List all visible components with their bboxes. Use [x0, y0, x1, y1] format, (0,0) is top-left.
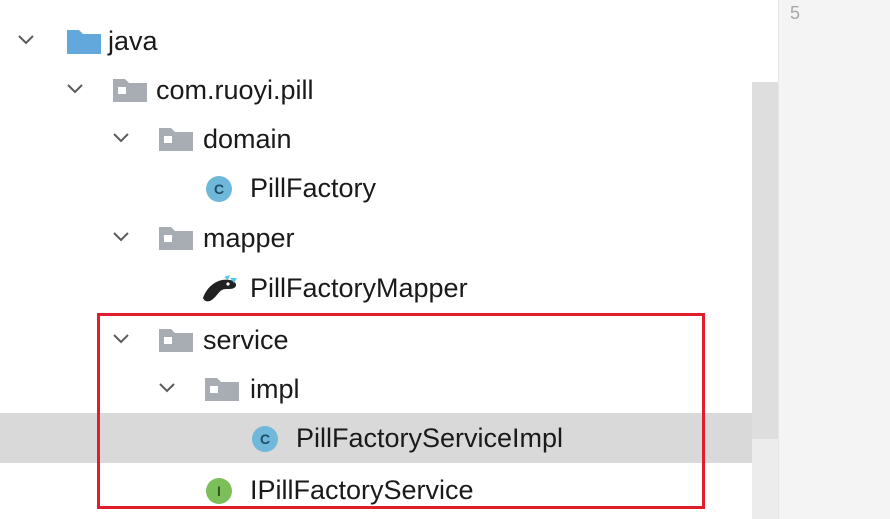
scrollbar-thumb[interactable]	[752, 82, 778, 439]
tree-node-com-ruoyi-pill[interactable]: com.ruoyi.pill	[0, 65, 778, 115]
package-icon	[159, 227, 193, 250]
tree-node-label: mapper	[203, 223, 295, 253]
chevron-down-icon[interactable]	[64, 78, 86, 100]
mybatis-mapper-icon	[203, 275, 237, 302]
editor-gutter	[778, 0, 890, 519]
tree-node-label: PillFactoryMapper	[250, 273, 468, 303]
tree-node-pillfactory[interactable]: C PillFactory	[0, 163, 778, 213]
tree-node-label: com.ruoyi.pill	[156, 75, 314, 105]
chevron-down-icon[interactable]	[15, 29, 37, 51]
svg-text:C: C	[214, 181, 224, 197]
chevron-down-icon[interactable]	[110, 226, 132, 248]
source-folder-icon	[67, 30, 101, 54]
tree-node-label: PillFactory	[250, 173, 377, 203]
tree-node-mapper[interactable]: mapper	[0, 213, 778, 263]
annotation-highlight-box	[97, 313, 705, 509]
tree-node-label: java	[108, 26, 158, 56]
class-icon: C	[206, 176, 232, 202]
tree-node-domain[interactable]: domain	[0, 114, 778, 164]
line-number: 5	[790, 3, 801, 23]
package-icon	[113, 79, 147, 102]
chevron-down-icon[interactable]	[110, 127, 132, 149]
tree-node-label: domain	[203, 124, 292, 154]
tree-node-java[interactable]: java	[0, 16, 778, 66]
package-icon	[159, 128, 193, 151]
tree-node-pillfactorymapper[interactable]: PillFactoryMapper	[0, 263, 778, 313]
